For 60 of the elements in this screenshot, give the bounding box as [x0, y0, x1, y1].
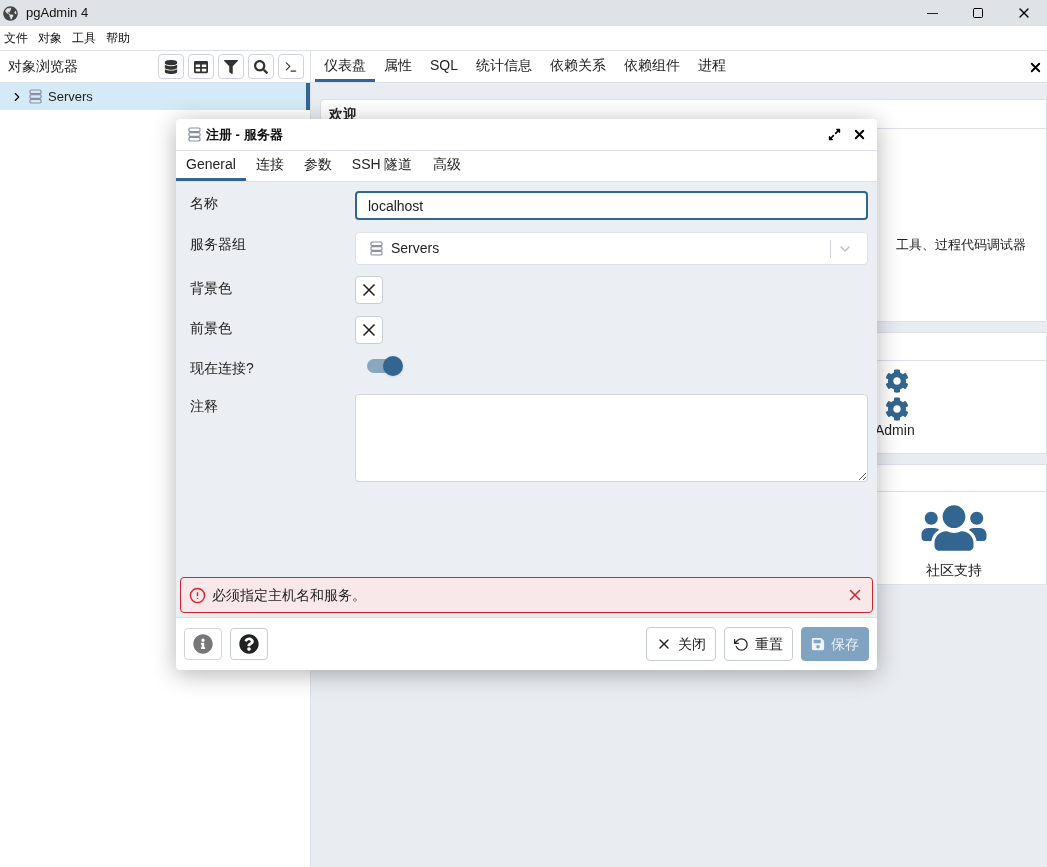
- menu-item[interactable]: 工具: [72, 29, 96, 47]
- database-icon[interactable]: [158, 54, 184, 79]
- tree-item[interactable]: Servers: [0, 83, 310, 110]
- globe-icon: [3, 5, 18, 21]
- info-icon: [193, 634, 213, 654]
- toggle-switch[interactable]: [365, 356, 403, 376]
- menu-item[interactable]: 帮助: [106, 29, 130, 47]
- comment-field[interactable]: [355, 394, 868, 482]
- table-icon[interactable]: [188, 54, 214, 79]
- field-label: 名称: [190, 194, 219, 213]
- gear-icon: [885, 369, 909, 393]
- name-field[interactable]: localhost: [355, 191, 868, 220]
- people-icon: [918, 502, 989, 554]
- welcome-text: 工具、过程代码调试器: [896, 236, 1026, 255]
- help-button[interactable]: [230, 628, 268, 660]
- reset-button[interactable]: 重置: [724, 627, 793, 661]
- server-icon: [188, 127, 201, 142]
- tab[interactable]: 统计信息: [467, 51, 541, 82]
- gear-icon: [885, 397, 909, 421]
- info-button[interactable]: [184, 628, 222, 660]
- dialog-tab[interactable]: SSH 隧道: [341, 151, 423, 181]
- close-icon[interactable]: [852, 127, 867, 142]
- field-label: 背景色: [190, 279, 233, 298]
- minimize-icon: [926, 12, 938, 14]
- reset-icon: [734, 636, 749, 652]
- server-group-select[interactable]: Servers: [355, 232, 868, 265]
- dialog-tab[interactable]: 连接: [245, 151, 294, 181]
- error-message: 必须指定主机名和服务。: [212, 585, 367, 605]
- alert-icon: [189, 586, 206, 604]
- tab[interactable]: 属性: [375, 51, 421, 82]
- support-label: 社区支持: [925, 561, 982, 580]
- field-label: 现在连接?: [190, 359, 255, 378]
- panel-title: 对象浏览器: [8, 57, 79, 76]
- close-icon[interactable]: [1028, 60, 1043, 75]
- menu-item[interactable]: 文件: [4, 29, 28, 47]
- terminal-icon[interactable]: [278, 54, 304, 79]
- dialog-tab[interactable]: 高级: [422, 151, 471, 181]
- window-title: pgAdmin 4: [26, 4, 90, 23]
- dialog-tab[interactable]: 参数: [293, 151, 342, 181]
- maximize-icon: [972, 7, 984, 19]
- field-label: 服务器组: [190, 235, 247, 254]
- tab[interactable]: 依赖关系: [541, 51, 615, 82]
- tab[interactable]: 依赖组件: [615, 51, 689, 82]
- tab[interactable]: 进程: [689, 51, 735, 82]
- search-icon[interactable]: [248, 54, 274, 79]
- color-picker[interactable]: [355, 316, 383, 344]
- help-icon: [239, 634, 259, 654]
- field-label: 前景色: [190, 319, 233, 338]
- server-icon: [29, 89, 42, 104]
- dialog-title: 注册 - 服务器: [206, 125, 284, 144]
- field-label: 注释: [190, 397, 219, 416]
- menu-item[interactable]: 对象: [38, 29, 62, 47]
- server-icon: [370, 241, 383, 256]
- color-picker[interactable]: [355, 276, 383, 304]
- admin-label: Admin: [875, 421, 915, 440]
- close-button[interactable]: 关闭: [646, 627, 716, 661]
- expand-icon[interactable]: [828, 128, 841, 141]
- tab[interactable]: SQL: [421, 51, 467, 82]
- filter-icon[interactable]: [218, 54, 244, 79]
- tab[interactable]: 仪表盘: [315, 51, 375, 82]
